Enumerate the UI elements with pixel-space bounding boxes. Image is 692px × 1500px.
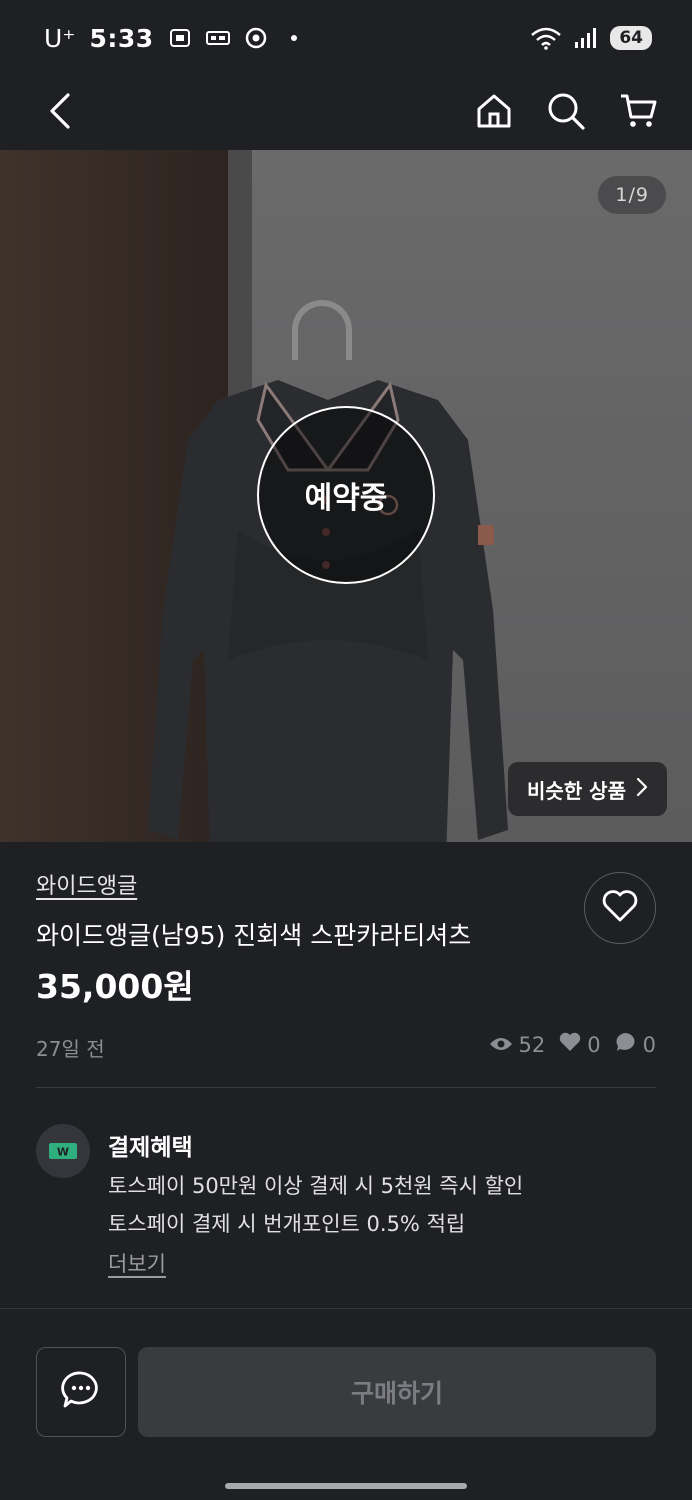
product-title: 와이드앵글(남95) 진회색 스판카라티셔츠 <box>36 921 472 950</box>
reserved-status-badge: 예약중 <box>257 406 435 584</box>
top-nav <box>0 76 692 150</box>
buy-button[interactable]: 구매하기 <box>138 1347 656 1437</box>
more-benefits-link[interactable]: 더보기 <box>108 1248 166 1278</box>
nav-actions <box>472 91 660 135</box>
chevron-left-icon <box>48 93 72 133</box>
screenshot-icon <box>168 27 192 49</box>
product-price: 35,000원 <box>36 967 194 1006</box>
image-counter: 1/9 <box>598 176 666 214</box>
chevron-right-icon <box>636 777 648 802</box>
status-right: 64 <box>530 26 652 50</box>
benefit-detail-1: 토스페이 50만원 이상 결제 시 5천원 즉시 할인 <box>108 1174 524 1198</box>
brand-link[interactable]: 와이드앵글 <box>36 868 137 900</box>
chat-icon <box>61 1370 101 1414</box>
carrier-label: U⁺ <box>44 23 76 53</box>
notification-icon <box>205 27 230 49</box>
chat-bubble-icon <box>615 1032 637 1057</box>
chat-button[interactable] <box>36 1347 126 1437</box>
back-button[interactable] <box>38 91 82 135</box>
hanger-hook <box>292 300 352 360</box>
likes-stat: 0 <box>559 1032 601 1057</box>
product-image-gallery[interactable]: 1/9 예약중 비슷한 상품 <box>0 150 692 842</box>
svg-text:W: W <box>57 1146 69 1159</box>
benefit-detail-2: 토스페이 결제 시 번개포인트 0.5% 적립 <box>108 1212 466 1236</box>
like-button[interactable] <box>584 872 656 944</box>
similar-products-button[interactable]: 비슷한 상품 <box>508 762 667 816</box>
dot-icon <box>282 27 306 49</box>
eye-icon <box>489 1033 513 1057</box>
product-stats: 52 0 0 <box>489 1032 656 1057</box>
views-stat: 52 <box>489 1032 546 1057</box>
signal-icon <box>572 27 600 49</box>
views-count: 52 <box>518 1032 546 1057</box>
chats-count: 0 <box>642 1032 656 1057</box>
chrome-icon <box>244 27 268 49</box>
status-left: U⁺ 5:33 <box>44 24 306 53</box>
wifi-icon <box>530 27 562 50</box>
cart-button[interactable] <box>616 91 660 135</box>
battery-indicator: 64 <box>610 26 652 50</box>
payment-benefit-icon: W <box>36 1124 90 1178</box>
chats-stat: 0 <box>615 1032 656 1057</box>
status-time: 5:33 <box>89 23 154 53</box>
status-bar: U⁺ 5:33 64 <box>0 0 692 76</box>
section-divider <box>36 1087 656 1088</box>
likes-count: 0 <box>587 1032 601 1057</box>
home-icon <box>476 93 512 133</box>
home-indicator[interactable] <box>225 1483 467 1489</box>
bottom-divider <box>0 1308 692 1309</box>
search-icon <box>547 92 585 134</box>
search-button[interactable] <box>544 91 588 135</box>
cart-icon <box>619 93 657 133</box>
home-button[interactable] <box>472 91 516 135</box>
posted-time: 27일 전 <box>36 1037 105 1061</box>
heart-icon <box>602 890 638 926</box>
heart-filled-icon <box>559 1032 581 1057</box>
benefit-title: 결제혜택 <box>108 1135 193 1161</box>
similar-products-label: 비슷한 상품 <box>527 778 626 803</box>
